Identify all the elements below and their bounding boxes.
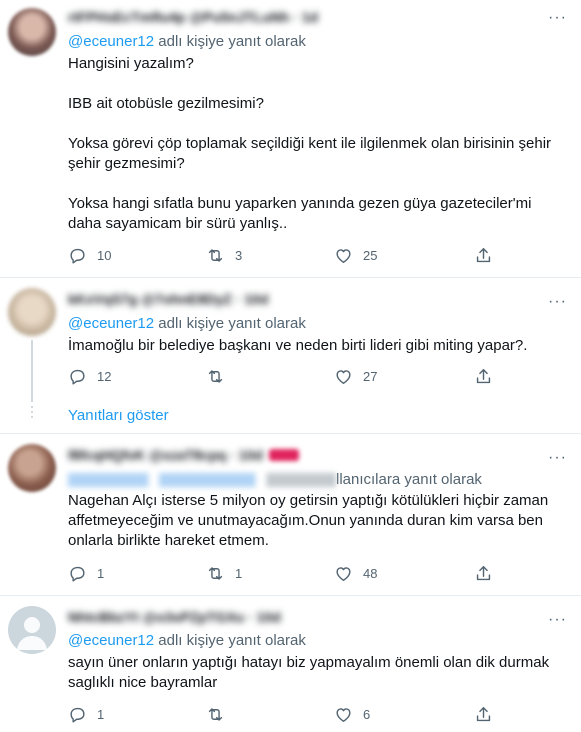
tweet-actions: 12 27 [66, 367, 496, 387]
like-button[interactable]: 25 [334, 246, 377, 265]
like-count: 25 [363, 248, 378, 263]
like-count: 6 [363, 707, 371, 722]
like-button[interactable]: 6 [334, 705, 370, 724]
tweet-actions: 1 1 48 [66, 564, 496, 584]
share-button[interactable] [474, 367, 493, 386]
tweet-4[interactable]: NhtcBbzYt @o3sPZpTGXu · 10d ··· @eceuner… [0, 596, 581, 732]
tweet-2[interactable]: kKxVqS7g @7ohnE8DyZ · 10d ··· @eceuner12… [0, 278, 581, 434]
more-icon[interactable]: ··· [548, 612, 567, 628]
reply-count: 12 [97, 369, 112, 384]
retweet-button[interactable] [206, 705, 235, 724]
heart-icon [336, 249, 351, 263]
reply-icon [70, 369, 85, 385]
reply-count: 1 [97, 707, 105, 722]
like-count: 48 [363, 566, 378, 581]
reply-button[interactable]: 12 [68, 367, 111, 386]
replying-to: llanıcılara yanıt olarak [68, 471, 482, 488]
more-icon[interactable]: ··· [548, 450, 567, 466]
tweet-header: rtFPHsEcTmfIu4p @Pu5nJTLuNh · 1d [68, 8, 318, 26]
replying-to: @eceuner12 adlı kişiye yanıt olarak [68, 33, 306, 50]
mention-link[interactable]: @eceuner12 [68, 315, 154, 332]
thread-dots [31, 406, 33, 421]
tweet-text: İmamoğlu bir belediye başkanı ve neden b… [68, 337, 528, 354]
tweet-actions: 1 6 [66, 705, 496, 725]
retweet-icon [208, 370, 223, 383]
more-icon[interactable]: ··· [548, 294, 567, 310]
avatar[interactable] [8, 288, 56, 336]
share-button[interactable] [474, 246, 493, 265]
reply-button[interactable]: 1 [68, 705, 104, 724]
thread-line [31, 340, 33, 402]
heart-icon [336, 708, 351, 722]
tweet-header: NhtcBbzYt @o3sPZpTGXu · 10d [68, 608, 281, 626]
mention-link[interactable]: @eceuner12 [68, 33, 154, 50]
default-avatar-icon[interactable] [8, 606, 56, 654]
retweet-button[interactable]: 3 [206, 246, 242, 265]
retweet-count: 1 [235, 566, 243, 581]
blurred-author: f8fcqHQfvK @xzaT8cpq · 10d [68, 447, 263, 463]
retweet-icon [208, 567, 223, 580]
share-button[interactable] [474, 705, 493, 724]
avatar[interactable] [8, 8, 56, 56]
share-icon [476, 707, 491, 722]
reply-count: 1 [97, 566, 105, 581]
mention-link[interactable]: @eceuner12 [68, 632, 154, 649]
more-icon[interactable]: ··· [548, 10, 567, 26]
avatar[interactable] [8, 444, 56, 492]
share-button[interactable] [474, 564, 493, 583]
tweet-header: f8fcqHQfvK @xzaT8cpq · 10d [68, 446, 299, 464]
share-icon [476, 248, 491, 263]
retweet-button[interactable]: 1 [206, 564, 242, 583]
reply-count: 10 [97, 248, 112, 263]
reply-icon [70, 707, 85, 723]
blurred-author: NhtcBbzYt @o3sPZpTGXu · 10d [68, 609, 281, 625]
tweet-header: kKxVqS7g @7ohnE8DyZ · 10d [68, 290, 268, 308]
share-icon [476, 369, 491, 384]
tweet-actions: 10 3 25 [66, 246, 496, 266]
tweet-3[interactable]: f8fcqHQfvK @xzaT8cpq · 10d ··· llanıcıla… [0, 434, 581, 596]
like-button[interactable]: 27 [334, 367, 377, 386]
reply-button[interactable]: 1 [68, 564, 104, 583]
retweet-button[interactable] [206, 367, 235, 386]
like-count: 27 [363, 369, 378, 384]
retweet-count: 3 [235, 248, 243, 263]
replying-to: @eceuner12 adlı kişiye yanıt olarak [68, 315, 306, 332]
blurred-badge [268, 449, 299, 461]
replying-to: @eceuner12 adlı kişiye yanıt olarak [68, 632, 306, 649]
tweet-text: sayın üner onların yaptığı hatayı biz ya… [68, 654, 550, 691]
reply-button[interactable]: 10 [68, 246, 111, 265]
tweet-text: Nagehan Alçı isterse 5 milyon oy getirsi… [68, 492, 549, 549]
person-icon [17, 617, 47, 650]
blurred-author: rtFPHsEcTmfIu4p @Pu5nJTLuNh · 1d [68, 9, 319, 25]
blurred-author: kKxVqS7g @7ohnE8DyZ · 10d [68, 291, 269, 307]
like-button[interactable]: 48 [334, 564, 377, 583]
tweet-text: Hangisini yazalım? IBB ait otobüsle gezi… [68, 55, 552, 232]
retweet-icon [208, 249, 223, 262]
blurred-mentions [68, 473, 336, 488]
heart-icon [336, 567, 351, 581]
reply-icon [70, 566, 85, 582]
share-icon [476, 566, 491, 581]
retweet-icon [208, 708, 223, 721]
heart-icon [336, 370, 351, 384]
reply-icon [70, 248, 85, 264]
tweet-1[interactable]: rtFPHsEcTmfIu4p @Pu5nJTLuNh · 1d ··· @ec… [0, 0, 581, 278]
show-replies-link[interactable]: Yanıtları göster [68, 407, 169, 424]
